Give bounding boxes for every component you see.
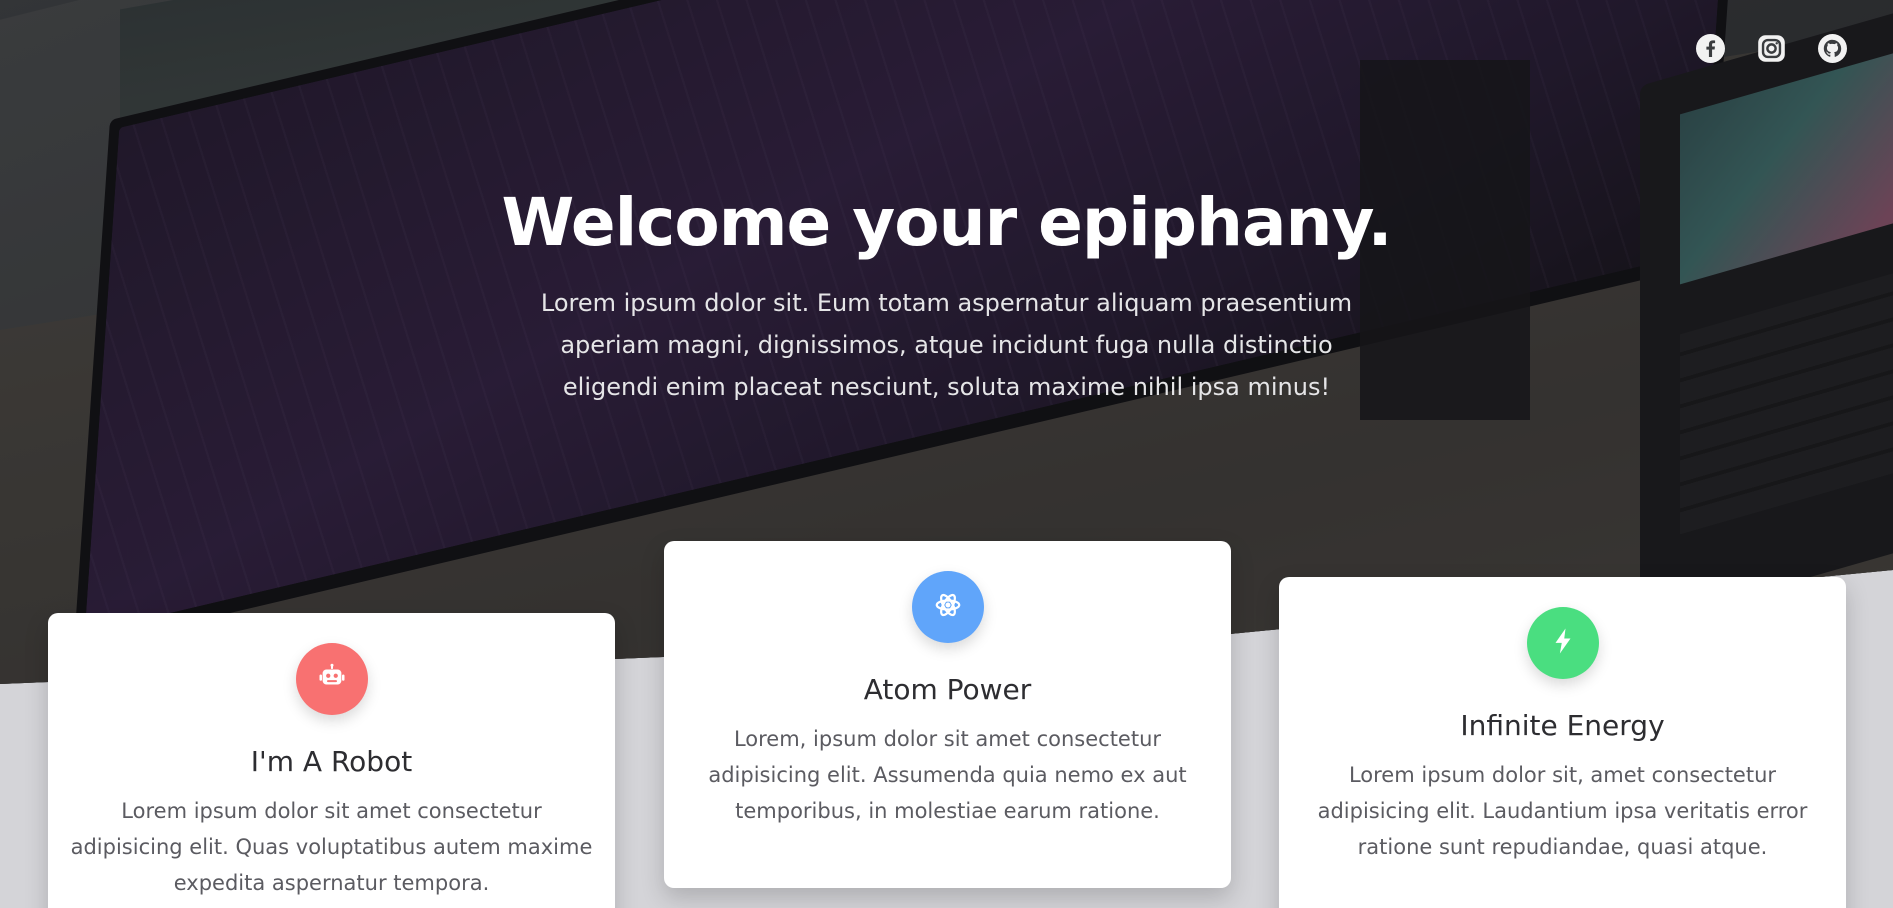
github-icon[interactable]	[1818, 34, 1847, 63]
bolt-icon	[1548, 626, 1578, 660]
hero-title: Welcome your epiphany.	[501, 184, 1392, 261]
feature-card-atom: Atom Power Lorem, ipsum dolor sit amet c…	[664, 541, 1231, 888]
feature-card-robot: I'm A Robot Lorem ipsum dolor sit amet c…	[48, 613, 615, 908]
hero-subtitle: Lorem ipsum dolor sit. Eum totam asperna…	[540, 289, 1353, 401]
facebook-icon[interactable]	[1696, 34, 1725, 63]
instagram-icon[interactable]	[1757, 34, 1786, 63]
atom-icon	[933, 590, 963, 624]
atom-badge	[911, 571, 984, 643]
bolt-badge	[1526, 607, 1599, 679]
robot-badge	[295, 643, 368, 715]
card-title: I'm A Robot	[250, 745, 413, 778]
card-title: Atom Power	[863, 673, 1032, 706]
robot-icon	[317, 662, 347, 696]
card-text: Lorem, ipsum dolor sit amet consectetur …	[708, 727, 1187, 823]
feature-card-energy: Infinite Energy Lorem ipsum dolor sit, a…	[1279, 577, 1846, 908]
social-links	[1696, 34, 1847, 63]
card-text: Lorem ipsum dolor sit amet consectetur a…	[70, 799, 593, 895]
card-text: Lorem ipsum dolor sit, amet consectetur …	[1317, 763, 1808, 859]
card-title: Infinite Energy	[1460, 709, 1665, 742]
landing-page: Welcome your epiphany. Lorem ipsum dolor…	[0, 0, 1893, 908]
hero-section: Welcome your epiphany. Lorem ipsum dolor…	[0, 180, 1893, 408]
